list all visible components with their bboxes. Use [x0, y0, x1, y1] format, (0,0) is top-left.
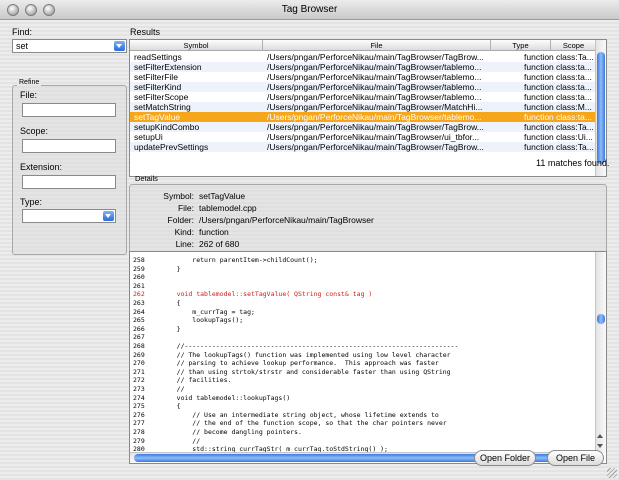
- code-vertical-scrollbar[interactable]: [595, 252, 606, 453]
- cell-symbol: setFilterKind: [134, 82, 182, 92]
- cell-file: /Users/pngan/PerforceNikau/main/TagBrows…: [267, 82, 482, 92]
- table-row[interactable]: setTagValue/Users/pngan/PerforceNikau/ma…: [130, 112, 596, 122]
- find-label: Find:: [12, 27, 33, 37]
- results-label: Results: [130, 27, 161, 37]
- table-row[interactable]: setFilterScope/Users/pngan/PerforceNikau…: [130, 92, 596, 102]
- cell-scope: class:Ta...: [556, 52, 594, 62]
- extension-filter-label: Extension:: [20, 162, 63, 172]
- cell-scope: class:ta...: [556, 112, 592, 122]
- detail-symbol-label: Symbol:: [163, 191, 194, 201]
- title-bar: Tag Browser: [0, 0, 619, 20]
- detail-kind-value: function: [199, 227, 229, 237]
- cell-scope: class:ta...: [556, 62, 592, 72]
- detail-symbol-value: setTagValue: [199, 191, 246, 201]
- results-scroll-thumb[interactable]: [597, 52, 605, 164]
- chevron-down-icon[interactable]: [103, 211, 114, 221]
- cell-scope: class:ta...: [556, 72, 592, 82]
- scroll-up-arrow-icon[interactable]: [596, 432, 605, 441]
- file-filter-label: File:: [20, 90, 38, 100]
- chevron-down-icon[interactable]: [114, 41, 125, 51]
- find-combo-value: set: [16, 41, 29, 51]
- column-header-type[interactable]: Type: [491, 40, 551, 51]
- scope-filter-label: Scope:: [20, 126, 49, 136]
- resize-grip-icon[interactable]: [607, 468, 617, 478]
- table-row[interactable]: setupKindCombo/Users/pngan/PerforceNikau…: [130, 122, 596, 132]
- scope-filter-input[interactable]: [22, 139, 116, 153]
- detail-folder-label: Folder:: [167, 215, 194, 225]
- cell-scope: class:ta...: [556, 92, 592, 102]
- detail-folder-value: /Users/pngan/PerforceNikau/main/TagBrows…: [199, 215, 374, 225]
- cell-symbol: setupKindCombo: [134, 122, 200, 132]
- cell-symbol: setMatchString: [134, 102, 191, 112]
- cell-file: /Users/pngan/PerforceNikau/main/TagBrows…: [267, 92, 482, 102]
- window-title: Tag Browser: [281, 4, 338, 15]
- type-filter-combo[interactable]: [22, 209, 116, 223]
- detail-line-value: 262 of 680: [199, 239, 240, 249]
- cell-file: /Users/pngan/PerforceNikau/main/TagBrows…: [267, 72, 482, 82]
- cell-file: /Users/pngan/PerforceNikau/main/TagBrows…: [267, 132, 480, 142]
- table-row[interactable]: setFilterKind/Users/pngan/PerforceNikau/…: [130, 82, 596, 92]
- main-window: Find: set Refine File: Scope: Extension:…: [0, 20, 619, 480]
- column-header-symbol[interactable]: Symbol: [130, 40, 263, 51]
- table-row[interactable]: readSettings/Users/pngan/PerforceNikau/m…: [130, 52, 596, 62]
- cell-scope: class:Ta...: [556, 142, 594, 152]
- match-count: 11 matches found.: [536, 158, 610, 168]
- cell-symbol: updatePrevSettings: [134, 142, 209, 152]
- table-row[interactable]: setFilterExtension/Users/pngan/PerforceN…: [130, 62, 596, 72]
- cell-file: /Users/pngan/PerforceNikau/main/TagBrows…: [267, 102, 483, 112]
- type-filter-label: Type:: [20, 197, 43, 207]
- cell-symbol: setFilterScope: [134, 92, 189, 102]
- table-row[interactable]: updatePrevSettings/Users/pngan/PerforceN…: [130, 142, 596, 152]
- detail-file-value: tablemodel.cpp: [199, 203, 257, 213]
- cell-scope: class:ta...: [556, 82, 592, 92]
- table-row[interactable]: setupUi/Users/pngan/PerforceNikau/main/T…: [130, 132, 596, 142]
- column-header-scope[interactable]: Scope: [551, 40, 596, 51]
- details-title: Details: [135, 174, 158, 183]
- cell-symbol: setFilterFile: [134, 72, 178, 82]
- open-folder-button[interactable]: Open Folder: [474, 450, 536, 466]
- refine-title: Refine: [17, 79, 42, 86]
- table-row[interactable]: setFilterFile/Users/pngan/PerforceNikau/…: [130, 72, 596, 82]
- cell-symbol: readSettings: [134, 52, 182, 62]
- cell-symbol: setTagValue: [134, 112, 181, 122]
- cell-symbol: setupUi: [134, 132, 163, 142]
- code-scroll-thumb[interactable]: [597, 314, 605, 324]
- results-table[interactable]: Symbol File Type Scope readSettings/User…: [129, 39, 607, 177]
- cell-file: /Users/pngan/PerforceNikau/main/TagBrows…: [267, 52, 484, 62]
- file-filter-input[interactable]: [22, 103, 116, 117]
- table-row[interactable]: setMatchString/Users/pngan/PerforceNikau…: [130, 102, 596, 112]
- find-combo[interactable]: set: [12, 39, 127, 53]
- code-viewer[interactable]: 258 return parentItem->childCount(); 259 …: [129, 251, 607, 464]
- cell-file: /Users/pngan/PerforceNikau/main/TagBrows…: [267, 62, 482, 72]
- results-header: Symbol File Type Scope: [130, 40, 596, 51]
- cell-scope: class:Ui...: [556, 132, 593, 142]
- cell-file: /Users/pngan/PerforceNikau/main/TagBrows…: [267, 142, 484, 152]
- detail-line-label: Line:: [175, 239, 194, 249]
- cell-symbol: setFilterExtension: [134, 62, 202, 72]
- cell-scope: class:Ta...: [556, 122, 594, 132]
- column-header-file[interactable]: File: [263, 40, 491, 51]
- results-vertical-scrollbar[interactable]: [595, 40, 606, 176]
- cell-scope: class:M...: [556, 102, 592, 112]
- cell-file: /Users/pngan/PerforceNikau/main/TagBrows…: [267, 112, 482, 122]
- cell-file: /Users/pngan/PerforceNikau/main/TagBrows…: [267, 122, 484, 132]
- detail-kind-label: Kind:: [174, 227, 194, 237]
- extension-filter-input[interactable]: [22, 175, 116, 189]
- open-file-button[interactable]: Open File: [547, 450, 604, 466]
- detail-file-label: File:: [177, 203, 194, 213]
